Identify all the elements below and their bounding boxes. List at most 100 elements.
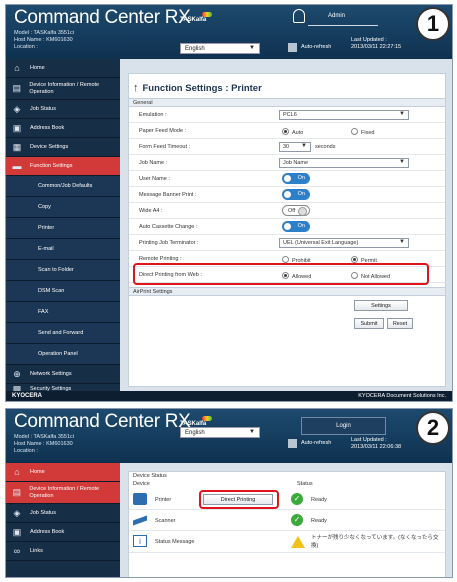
auto-cassette-label: Auto Cassette Change : [139, 224, 198, 230]
sidebar-item-device-info[interactable]: ▤ Device Information / Remote Operation [6, 78, 120, 100]
submenu-dsm-scan[interactable]: DSM Scan [6, 281, 120, 302]
sidebar-item-function-settings[interactable]: ▬ Function Settings [6, 157, 120, 176]
network-icon: ⊕ [13, 368, 21, 379]
sidebar-item-device-info[interactable]: ▤ Device Information / Remote Operation [6, 482, 120, 504]
reset-button[interactable]: Reset [387, 318, 413, 329]
sidebar-item-address-book[interactable]: ▣ Address Book [6, 119, 120, 138]
paper-feed-label: Paper Feed Mode : [139, 128, 187, 134]
sidebar: ⌂ Home ▤ Device Information / Remote Opera… [6, 59, 120, 401]
job-name-value: Job Name [283, 160, 309, 166]
sidebar-item-label: Device Information / Remote Operation [29, 486, 100, 499]
last-updated: Last Updated : 2013/03/11 22:06:38 [351, 437, 401, 451]
submit-button[interactable]: Submit [354, 318, 384, 329]
last-updated-label: Last Updated : [351, 37, 387, 43]
sidebar-item-address-book[interactable]: ▣ Address Book [6, 523, 120, 542]
home-icon: ⌂ [14, 466, 20, 477]
home-screenshot: Command Center RX Model : TASKalfa 3551c… [5, 408, 453, 578]
function-settings-icon: ▬ [12, 160, 22, 171]
user-name-toggle[interactable]: On [282, 173, 310, 184]
sidebar-item-home[interactable]: ⌂ Home [6, 59, 120, 78]
sidebar-item-label: Address Book [30, 124, 65, 131]
auto-cassette-toggle[interactable]: On [282, 221, 310, 232]
wide-a4-toggle[interactable]: Off [282, 205, 310, 216]
chevron-down-icon: ▼ [399, 111, 405, 117]
header-bar: Command Center RX Model : TASKalfa 3551c… [6, 409, 452, 463]
sidebar-item-job-status[interactable]: ◈ Job Status [6, 504, 120, 523]
user-menu[interactable]: Admin [293, 9, 378, 29]
status-message-text: トナーが残り少なくなっています。(なくなったら交換) [311, 535, 439, 549]
header-bar: Command Center RX Model : TASKalfa 3551c… [6, 5, 452, 59]
auto-refresh-checkbox[interactable] [288, 439, 297, 448]
sidebar-item-label: Home [30, 64, 45, 71]
row-job-name: Job Name : Job Name ▼ [129, 155, 445, 171]
submenu-send-and-forward[interactable]: Send and Forward [6, 323, 120, 344]
language-value: English [185, 430, 205, 436]
user-icon [293, 9, 305, 23]
row-wide-a4: Wide A4 : Off [129, 203, 445, 219]
sidebar-item-label: Function Settings [30, 162, 73, 169]
footer-bar: KYOCERA KYOCERA Document Solutions Inc. [6, 391, 452, 401]
page-title: ↑ Function Settings : Printer [133, 82, 262, 94]
footer-copyright: KYOCERA Document Solutions Inc. [358, 393, 446, 399]
form-feed-value: 30 [283, 144, 290, 150]
submenu-fax[interactable]: FAX [6, 302, 120, 323]
job-status-icon: ◈ [13, 507, 21, 518]
login-button[interactable]: Login [301, 417, 386, 435]
device-status-panel: Device Status Device Status Printer Dire… [128, 471, 446, 577]
device-name: Scanner [155, 518, 176, 524]
submenu-printer[interactable]: Printer [6, 218, 120, 239]
submenu-operation-panel[interactable]: Operation Panel [6, 344, 120, 365]
paper-feed-fixed-radio[interactable]: Fixed [351, 128, 374, 136]
row-emulation: Emulation : PCL6 ▼ [129, 107, 445, 123]
submenu-copy[interactable]: Copy [6, 197, 120, 218]
submenu-common-job-defaults[interactable]: Common/Job Defaults [6, 176, 120, 197]
highlight-direct-printing-button [199, 490, 279, 509]
form-feed-select[interactable]: 30 ▼ [279, 142, 311, 152]
last-updated-value: 2013/03/11 22:27:15 [351, 44, 402, 50]
sidebar-item-device-settings[interactable]: ▦ Device Settings [6, 138, 120, 157]
paper-feed-auto-radio[interactable]: Auto [282, 128, 303, 136]
remote-printing-label: Remote Printing : [139, 256, 182, 262]
emulation-select[interactable]: PCL6 ▼ [279, 110, 409, 120]
submenu-email[interactable]: E-mail [6, 239, 120, 260]
sidebar-item-job-status[interactable]: ◈ Job Status [6, 100, 120, 119]
check-icon: ✓ [291, 493, 303, 505]
row-paper-feed: Paper Feed Mode : Auto Fixed [129, 123, 445, 139]
function-settings-screenshot: Command Center RX Model : TASKalfa 3551c… [5, 4, 453, 402]
location-label: Location : [14, 448, 38, 454]
job-terminator-label: Printing Job Terminator : [139, 240, 199, 246]
check-icon: ✓ [291, 514, 303, 526]
sidebar-item-label: Home [30, 468, 45, 475]
job-name-label: Job Name : [139, 160, 168, 166]
row-message-banner: Message Banner Print : On [129, 187, 445, 203]
settings-panel: ↑ Function Settings : Printer General Emu… [128, 73, 446, 387]
language-select[interactable]: English ▼ [180, 43, 260, 54]
chevron-down-icon: ▼ [249, 429, 255, 435]
sidebar-item-network-settings[interactable]: ⊕ Network Settings [6, 365, 120, 384]
sidebar-item-links[interactable]: ∞ Links [6, 542, 120, 561]
printer-icon [133, 493, 147, 505]
links-icon: ∞ [13, 545, 21, 556]
submenu-scan-to-folder[interactable]: Scan to Folder [6, 260, 120, 281]
sidebar: ⌂ Home ▤ Device Information / Remote Opera… [6, 463, 120, 577]
chevron-down-icon: ▼ [301, 143, 307, 149]
sidebar-item-home[interactable]: ⌂ Home [6, 463, 120, 482]
form-feed-unit: seconds [315, 144, 336, 150]
job-terminator-select[interactable]: UEL (Universal Exit Language) ▼ [279, 238, 409, 248]
language-select[interactable]: English ▼ [180, 427, 260, 438]
language-value: English [185, 46, 205, 52]
back-arrow-icon[interactable]: ↑ [133, 82, 139, 94]
job-name-select[interactable]: Job Name ▼ [279, 158, 409, 168]
device-info-icon: ▤ [12, 487, 21, 497]
emulation-value: PCL6 [283, 112, 297, 118]
message-banner-toggle[interactable]: On [282, 189, 310, 200]
device-settings-icon: ▦ [12, 141, 22, 152]
last-updated-value: 2013/03/11 22:06:38 [351, 444, 402, 450]
auto-refresh-checkbox[interactable] [288, 43, 297, 52]
sidebar-item-label: Device Settings [30, 143, 69, 150]
job-status-icon: ◈ [13, 103, 21, 114]
airprint-settings-button[interactable]: Settings [354, 300, 408, 311]
divider [308, 25, 378, 26]
sidebar-item-label: Device Information / Remote Operation [29, 82, 100, 95]
sidebar-item-label: Network Settings [30, 370, 72, 377]
